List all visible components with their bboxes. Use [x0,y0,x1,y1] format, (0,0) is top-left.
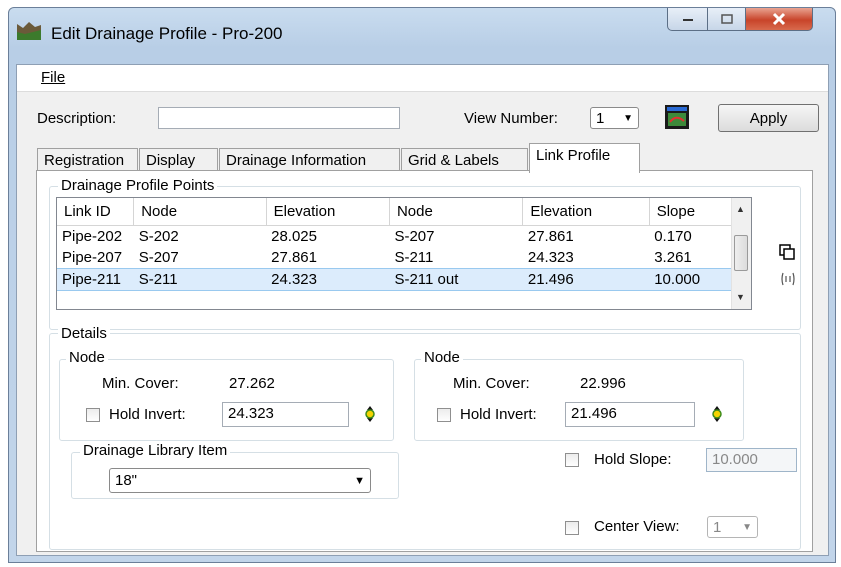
scroll-thumb[interactable] [734,235,748,271]
table-cell: S-202 [138,228,179,245]
library-item-title: Drainage Library Item [80,442,231,459]
app-icon [17,22,41,40]
table-cell: Pipe-202 [62,228,123,245]
center-view-dropdown[interactable]: 1 ▼ [707,516,758,538]
library-item-value: 18" [115,472,138,489]
right-min-cover-label: Min. Cover: [453,375,530,392]
close-icon [772,12,786,26]
left-hold-invert-input[interactable]: 24.323 [222,402,349,427]
left-node-title: Node [66,349,108,366]
table-cell: S-211 [133,268,267,291]
locate-icon[interactable] [361,405,379,423]
column-header[interactable]: Elevation [522,198,650,226]
profile-points-title: Drainage Profile Points [58,177,218,194]
left-hold-invert-label: Hold Invert: [109,406,186,423]
center-view-value: 1 [713,518,722,536]
hold-slope-checkbox[interactable] [565,453,579,467]
table-cell: 24.323 [266,268,390,291]
scroll-up-icon[interactable]: ▲ [736,204,745,214]
column-header[interactable]: Slope [649,198,733,226]
tab-link-profile[interactable]: Link Profile [529,143,640,173]
view-select-icon[interactable] [664,104,690,130]
hold-slope-label: Hold Slope: [594,451,672,468]
table-cell: Pipe-211 [57,268,134,291]
table-row[interactable]: Pipe-202 S-202 28.025 S-207 27.861 0.170 [57,226,732,248]
chevron-down-icon: ▼ [354,474,365,487]
table-cell: S-207 [394,228,435,245]
view-number-value: 1 [596,109,605,127]
table-cell: S-211 [394,249,434,266]
minimize-icon [683,19,693,21]
table-scrollbar[interactable]: ▲ ▼ [731,198,751,309]
locate-icon[interactable] [708,405,726,423]
maximize-icon [721,14,733,24]
minimize-button[interactable] [667,8,709,31]
description-input[interactable] [158,107,400,129]
left-node-group: Node [59,349,394,441]
profile-points-table[interactable]: Link ID Node Elevation Node Elevation Sl… [56,197,752,310]
left-min-cover-value: 27.262 [229,375,275,392]
dialog-window: Edit Drainage Profile - Pro-200 File Des… [8,7,836,563]
menu-bar: File [17,65,828,92]
column-header[interactable]: Link ID [57,198,135,226]
left-min-cover-label: Min. Cover: [102,375,179,392]
table-cell: 24.323 [527,249,574,266]
table-cell: Pipe-207 [62,249,123,266]
library-item-dropdown[interactable]: 18" ▼ [109,468,371,493]
table-cell: 28.025 [271,228,317,245]
column-header[interactable]: Node [133,198,267,226]
right-node-title: Node [421,349,463,366]
view-number-dropdown[interactable]: 1 ▼ [590,107,639,129]
column-header[interactable]: Node [389,198,524,226]
column-header[interactable]: Elevation [266,198,390,226]
apply-button[interactable]: Apply [718,104,819,132]
center-view-checkbox[interactable] [565,521,579,535]
tab-display[interactable]: Display [139,148,218,172]
title-bar[interactable]: Edit Drainage Profile - Pro-200 [9,8,835,64]
chevron-down-icon: ▼ [623,112,633,124]
tab-grid-labels[interactable]: Grid & Labels [401,148,528,172]
table-cell: S-211 out [389,268,523,291]
table-cell: 10.000 [649,268,732,291]
tab-registration[interactable]: Registration [37,148,138,172]
copy-icon[interactable] [779,244,795,260]
table-cell: 3.261 [654,249,692,266]
right-min-cover-value: 22.996 [580,375,626,392]
tab-drainage-information[interactable]: Drainage Information [219,148,400,172]
left-hold-invert-checkbox[interactable] [86,408,100,422]
table-cell: 0.170 [654,228,692,245]
link-icon[interactable] [780,270,796,288]
scroll-down-icon[interactable]: ▼ [736,292,745,302]
hold-slope-input[interactable]: 10.000 [706,448,797,472]
table-cell: S-207 [138,249,179,266]
table-row[interactable]: Pipe-207 S-207 27.861 S-211 24.323 3.261 [57,247,732,269]
menu-file[interactable]: File [41,69,65,86]
description-label: Description: [37,110,117,127]
right-hold-invert-label: Hold Invert: [460,406,537,423]
table-cell: 27.861 [271,249,317,266]
table-cell: 21.496 [522,268,650,291]
window-title: Edit Drainage Profile - Pro-200 [51,24,283,43]
right-hold-invert-checkbox[interactable] [437,408,451,422]
table-cell: 27.861 [527,228,574,245]
close-button[interactable] [745,8,813,31]
right-hold-invert-input[interactable]: 21.496 [565,402,695,427]
details-title: Details [58,325,110,342]
table-row-selected[interactable]: Pipe-211 S-211 24.323 S-211 out 21.496 1… [57,268,732,291]
maximize-button[interactable] [707,8,747,31]
center-view-label: Center View: [594,518,680,535]
view-number-label: View Number: [464,110,558,127]
chevron-down-icon: ▼ [742,521,752,533]
right-node-group: Node [414,349,744,441]
